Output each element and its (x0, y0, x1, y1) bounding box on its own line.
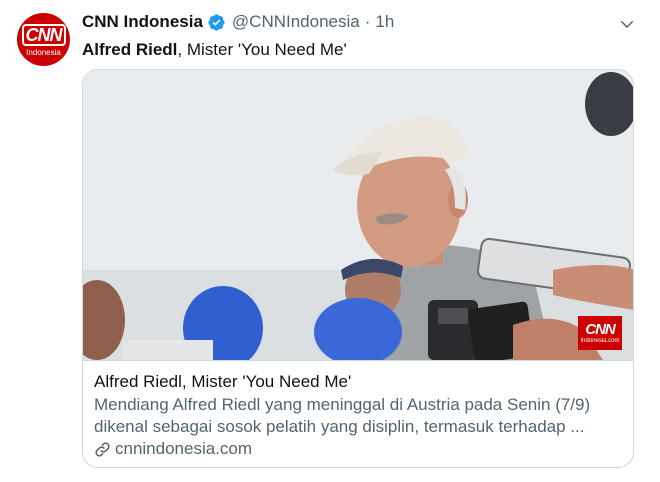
tweet-header: CNN Indonesia @CNNIndonesia · 1h (82, 11, 394, 33)
watermark-logo: CNN Indonesia.com (578, 316, 622, 350)
card-domain-text: cnnindonesia.com (115, 439, 253, 458)
avatar-logo-text: CNN (21, 23, 66, 46)
tweet[interactable]: CNN Indonesia CNN Indonesia @CNNIndonesi… (0, 0, 660, 482)
chevron-down-icon (621, 21, 633, 28)
card-description-line-1: Mendiang Alfred Riedl yang meninggal di … (94, 395, 591, 414)
card-body[interactable]: Alfred Riedl, Mister 'You Need Me' Mendi… (83, 360, 633, 467)
watermark-logo-subtext: Indonesia.com (580, 337, 620, 344)
separator-dot: · (364, 12, 371, 31)
more-options-button[interactable] (616, 13, 638, 35)
tweet-text-bold: Alfred Riedl (82, 40, 178, 59)
link-card[interactable]: CNN Indonesia.com Alfred Riedl, Mister '… (82, 69, 634, 468)
card-description: Mendiang Alfred Riedl yang meninggal di … (94, 394, 624, 438)
tweet-text: Alfred Riedl, Mister 'You Need Me' (82, 39, 347, 61)
verified-badge-icon (207, 13, 226, 32)
card-title: Alfred Riedl, Mister 'You Need Me' (94, 372, 352, 391)
link-icon (95, 441, 110, 457)
handle[interactable]: @CNNIndonesia (232, 12, 360, 32)
card-domain: cnnindonesia.com (94, 438, 623, 460)
card-image[interactable]: CNN Indonesia.com (83, 70, 633, 360)
avatar[interactable]: CNN Indonesia (17, 13, 70, 66)
watermark-logo-text: CNN (585, 320, 615, 338)
timestamp[interactable]: 1h (375, 12, 394, 32)
tweet-text-rest: , Mister 'You Need Me' (177, 40, 347, 59)
avatar-logo-subtext: Indonesia (26, 47, 61, 57)
display-name[interactable]: CNN Indonesia (82, 12, 203, 32)
card-description-line-2: dikenal sebagai sosok pelatih yang disip… (94, 417, 585, 436)
